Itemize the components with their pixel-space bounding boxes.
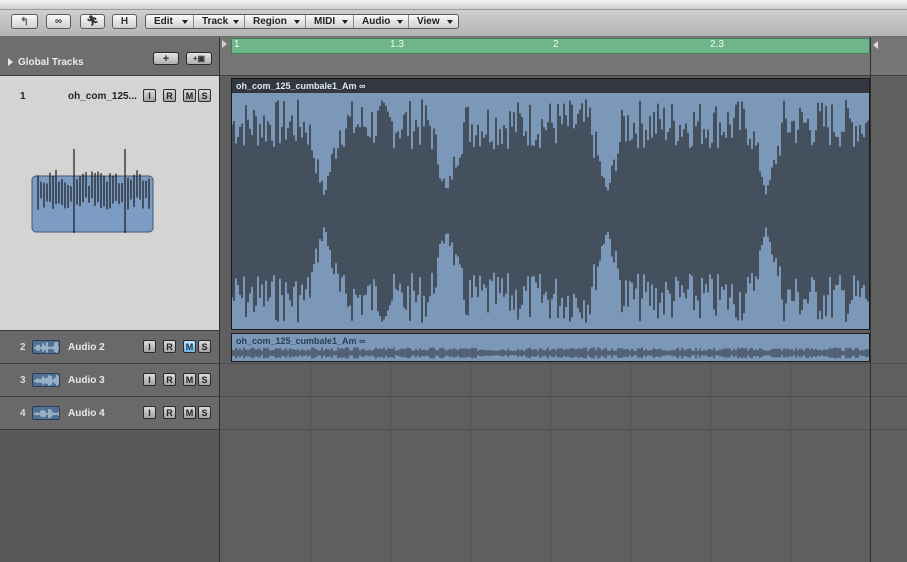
track-number: 4 xyxy=(20,408,26,419)
solo-button[interactable]: S xyxy=(198,406,211,419)
solo-button[interactable]: S xyxy=(198,373,211,386)
input-monitor-label: I xyxy=(148,341,151,352)
chevron-down-icon xyxy=(397,19,403,24)
menu-midi-label: MIDI xyxy=(314,16,336,27)
audio-region-muted-track[interactable]: oh_com_125_cumbale1_Am ∞ xyxy=(231,333,870,362)
track-name[interactable]: Audio 3 xyxy=(68,375,105,386)
chevron-down-icon xyxy=(233,19,239,24)
mute-button[interactable]: M xyxy=(183,373,196,386)
running-man-icon: 🏃︎ xyxy=(86,16,99,27)
menu-audio[interactable]: Audio xyxy=(354,15,409,28)
menu-region-label: Region xyxy=(253,16,287,27)
ruler-bar-label: 1.3 xyxy=(390,39,404,50)
record-enable-label: R xyxy=(166,374,173,385)
menu-edit[interactable]: Edit xyxy=(146,15,194,28)
solo-button[interactable]: S xyxy=(198,89,211,102)
link-icon: ∞ xyxy=(54,16,63,27)
menu-view-label: View xyxy=(417,16,440,27)
loop-link-icon: ∞ xyxy=(359,81,366,91)
scroll-left-arrow-icon[interactable] xyxy=(222,40,227,48)
audio-track-icon xyxy=(32,373,60,387)
add-track-label: + xyxy=(162,52,170,65)
record-enable-label: R xyxy=(166,341,173,352)
record-enable-label: R xyxy=(166,407,173,418)
region-header: oh_com_125_cumbale1_Am ∞ xyxy=(232,79,869,93)
mute-button-active[interactable]: M xyxy=(183,340,196,353)
input-monitor-button[interactable]: I xyxy=(143,373,156,386)
mute-label: M xyxy=(185,90,194,101)
back-arrow-icon: ↰ xyxy=(19,16,30,28)
menu-view[interactable]: View xyxy=(409,15,458,28)
track-lane-divider xyxy=(220,396,907,397)
chevron-down-icon xyxy=(294,19,300,24)
audio-track-icon xyxy=(32,340,60,354)
track-name[interactable]: Audio 4 xyxy=(68,408,105,419)
disclosure-triangle-icon[interactable] xyxy=(8,58,13,66)
new-track-with-settings-button[interactable]: +▣ xyxy=(186,52,212,65)
link-button[interactable]: ∞ xyxy=(46,14,71,29)
solo-label: S xyxy=(201,90,208,101)
menu-track[interactable]: Track xyxy=(194,15,245,28)
solo-button[interactable]: S xyxy=(198,340,211,353)
region-waveform xyxy=(232,347,869,359)
mute-label: M xyxy=(185,407,194,418)
hide-button-label: H xyxy=(120,16,129,27)
record-enable-button[interactable]: R xyxy=(163,373,176,386)
menu-midi[interactable]: MIDI xyxy=(306,15,354,28)
hide-button[interactable]: H xyxy=(112,14,137,29)
chevron-down-icon xyxy=(182,19,188,24)
mute-label: M xyxy=(185,374,194,385)
toolbar: ↰ ∞ 🏃︎ H Edit Track Region MIDI Audio Vi… xyxy=(0,10,907,37)
track-number: 2 xyxy=(20,342,26,353)
input-monitor-label: I xyxy=(148,374,151,385)
input-monitor-label: I xyxy=(148,90,151,101)
mute-label: M xyxy=(185,341,194,352)
menu-audio-label: Audio xyxy=(362,16,391,27)
track-name[interactable]: Audio 2 xyxy=(68,342,105,353)
solo-label: S xyxy=(201,407,208,418)
global-tracks-label[interactable]: Global Tracks xyxy=(18,57,84,68)
add-track-button[interactable]: + xyxy=(153,52,179,65)
project-end-marker-icon[interactable] xyxy=(873,41,878,49)
local-menu-bar: Edit Track Region MIDI Audio View xyxy=(145,14,459,29)
track-number: 1 xyxy=(20,91,26,102)
input-monitor-button[interactable]: I xyxy=(143,340,156,353)
mute-button[interactable]: M xyxy=(183,89,196,102)
record-enable-button[interactable]: R xyxy=(163,406,176,419)
audio-waveform-icon xyxy=(31,149,154,233)
mute-button[interactable]: M xyxy=(183,406,196,419)
catch-button[interactable]: 🏃︎ xyxy=(80,14,105,29)
audio-region[interactable]: oh_com_125_cumbale1_Am ∞ xyxy=(231,78,870,330)
ruler-bar-label: 1 xyxy=(234,39,240,50)
track-name[interactable]: oh_com_125... xyxy=(68,91,137,102)
ruler-bar-label: 2.3 xyxy=(710,39,724,50)
back-button[interactable]: ↰ xyxy=(11,14,38,29)
cycle-region[interactable] xyxy=(231,38,870,54)
menu-track-label: Track xyxy=(202,16,229,27)
menu-region[interactable]: Region xyxy=(245,15,306,28)
ruler-bar-label: 2 xyxy=(553,39,559,50)
menu-edit-label: Edit xyxy=(154,16,173,27)
record-enable-button[interactable]: R xyxy=(163,340,176,353)
input-monitor-label: I xyxy=(148,407,151,418)
region-waveform xyxy=(232,99,869,323)
window-top-strip xyxy=(0,0,907,10)
record-enable-button[interactable]: R xyxy=(163,89,176,102)
track-lane-divider xyxy=(220,363,907,364)
solo-label: S xyxy=(201,341,208,352)
chevron-down-icon xyxy=(447,19,453,24)
record-enable-label: R xyxy=(166,90,173,101)
input-monitor-button[interactable]: I xyxy=(143,89,156,102)
project-end-line xyxy=(870,37,871,562)
solo-label: S xyxy=(201,374,208,385)
audio-track-icon xyxy=(32,406,60,420)
duplicate-track-icon: +▣ xyxy=(192,54,206,63)
input-monitor-button[interactable]: I xyxy=(143,406,156,419)
chevron-down-icon xyxy=(342,19,348,24)
track-lane-divider xyxy=(220,429,907,430)
region-name: oh_com_125_cumbale1_Am xyxy=(236,81,357,91)
track-number: 3 xyxy=(20,375,26,386)
